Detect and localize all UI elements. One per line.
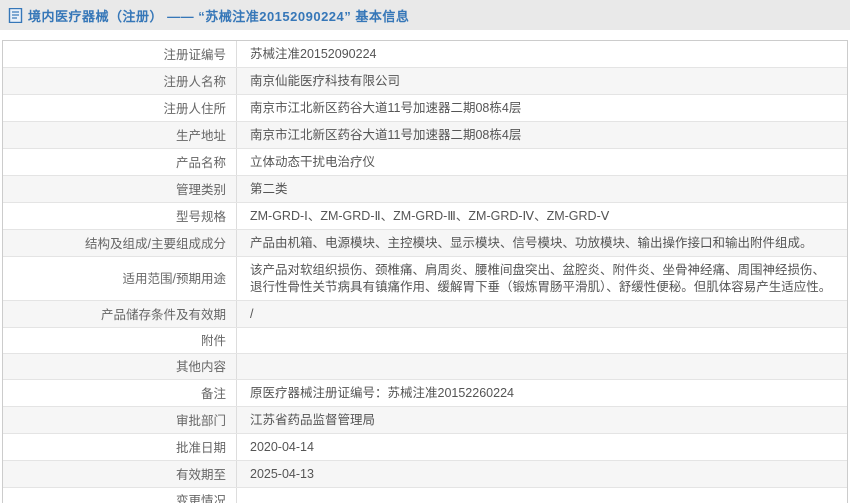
table-row-model-spec: 型号规格 ZM-GRD-Ⅰ、ZM-GRD-Ⅱ、ZM-GRD-Ⅲ、ZM-GRD-Ⅳ… [3, 202, 847, 229]
table-row-structure-composition: 结构及组成/主要组成成分 产品由机箱、电源模块、主控模块、显示模块、信号模块、功… [3, 229, 847, 256]
row-value [237, 488, 847, 503]
row-label: 结构及组成/主要组成成分 [3, 230, 237, 256]
table-row-attachments: 附件 [3, 327, 847, 353]
table-row-remarks: 备注 原医疗器械注册证编号：苏械注准20152260224 [3, 379, 847, 406]
row-value: 该产品对软组织损伤、颈椎痛、肩周炎、腰椎间盘突出、盆腔炎、附件炎、坐骨神经痛、周… [237, 257, 847, 300]
row-label: 审批部门 [3, 407, 237, 433]
row-label: 管理类别 [3, 176, 237, 202]
table-row-intended-use: 适用范围/预期用途 该产品对软组织损伤、颈椎痛、肩周炎、腰椎间盘突出、盆腔炎、附… [3, 256, 847, 300]
table-row-change-status: 变更情况 [3, 487, 847, 503]
row-value: 南京市江北新区药谷大道11号加速器二期08栋4层 [250, 128, 522, 142]
row-label: 变更情况 [3, 488, 237, 503]
table-row-management-category: 管理类别 第二类 [3, 175, 847, 202]
row-label: 批准日期 [3, 434, 237, 460]
row-label: 型号规格 [3, 203, 237, 229]
row-label: 注册证编号 [3, 41, 237, 67]
page-title: 境内医疗器械（注册） —— “苏械注准20152090224” 基本信息 [28, 8, 410, 24]
row-label: 备注 [3, 380, 237, 406]
row-label: 附件 [3, 328, 237, 353]
table-row-registration-number: 注册证编号 苏械注准20152090224 [3, 41, 847, 67]
row-label: 有效期至 [3, 461, 237, 487]
row-value: 产品由机箱、电源模块、主控模块、显示模块、信号模块、功放模块、输出操作接口和输出… [250, 236, 813, 250]
row-label: 生产地址 [3, 122, 237, 148]
row-value: / [250, 307, 254, 321]
row-value: 南京市江北新区药谷大道11号加速器二期08栋4层 [250, 101, 522, 115]
row-value: 2025-04-13 [250, 467, 314, 481]
table-row-product-name: 产品名称 立体动态干扰电治疗仪 [3, 148, 847, 175]
table-row-storage-validity: 产品储存条件及有效期 / [3, 300, 847, 327]
row-label: 注册人名称 [3, 68, 237, 94]
row-label: 产品名称 [3, 149, 237, 175]
table-row-production-address: 生产地址 南京市江北新区药谷大道11号加速器二期08栋4层 [3, 121, 847, 148]
row-value [237, 328, 847, 353]
page-header: 境内医疗器械（注册） —— “苏械注准20152090224” 基本信息 [0, 0, 850, 30]
row-value: 2020-04-14 [250, 440, 314, 454]
table-row-registrant-name: 注册人名称 南京仙能医疗科技有限公司 [3, 67, 847, 94]
row-label: 适用范围/预期用途 [3, 257, 237, 300]
row-value: 苏械注准20152090224 [250, 47, 377, 61]
row-value: 第二类 [250, 182, 288, 196]
document-icon [8, 7, 23, 23]
row-value: 原医疗器械注册证编号：苏械注准20152260224 [250, 386, 514, 400]
table-row-other-content: 其他内容 [3, 353, 847, 379]
row-label: 其他内容 [3, 354, 237, 379]
row-value: 江苏省药品监督管理局 [250, 413, 376, 427]
table-row-expiry-date: 有效期至 2025-04-13 [3, 460, 847, 487]
intended-use-text: 该产品对软组织损伤、颈椎痛、肩周炎、腰椎间盘突出、盆腔炎、附件炎、坐骨神经痛、周… [250, 263, 832, 294]
row-label: 产品储存条件及有效期 [3, 301, 237, 327]
row-value: 立体动态干扰电治疗仪 [250, 155, 376, 169]
row-label: 注册人住所 [3, 95, 237, 121]
table-row-approval-date: 批准日期 2020-04-14 [3, 433, 847, 460]
row-value: ZM-GRD-Ⅰ、ZM-GRD-Ⅱ、ZM-GRD-Ⅲ、ZM-GRD-Ⅳ、ZM-G… [250, 209, 610, 223]
table-row-registrant-address: 注册人住所 南京市江北新区药谷大道11号加速器二期08栋4层 [3, 94, 847, 121]
row-value [237, 354, 847, 379]
row-value: 南京仙能医疗科技有限公司 [250, 74, 401, 88]
registration-info-table: 注册证编号 苏械注准20152090224 注册人名称 南京仙能医疗科技有限公司… [2, 40, 848, 503]
table-row-approval-department: 审批部门 江苏省药品监督管理局 [3, 406, 847, 433]
